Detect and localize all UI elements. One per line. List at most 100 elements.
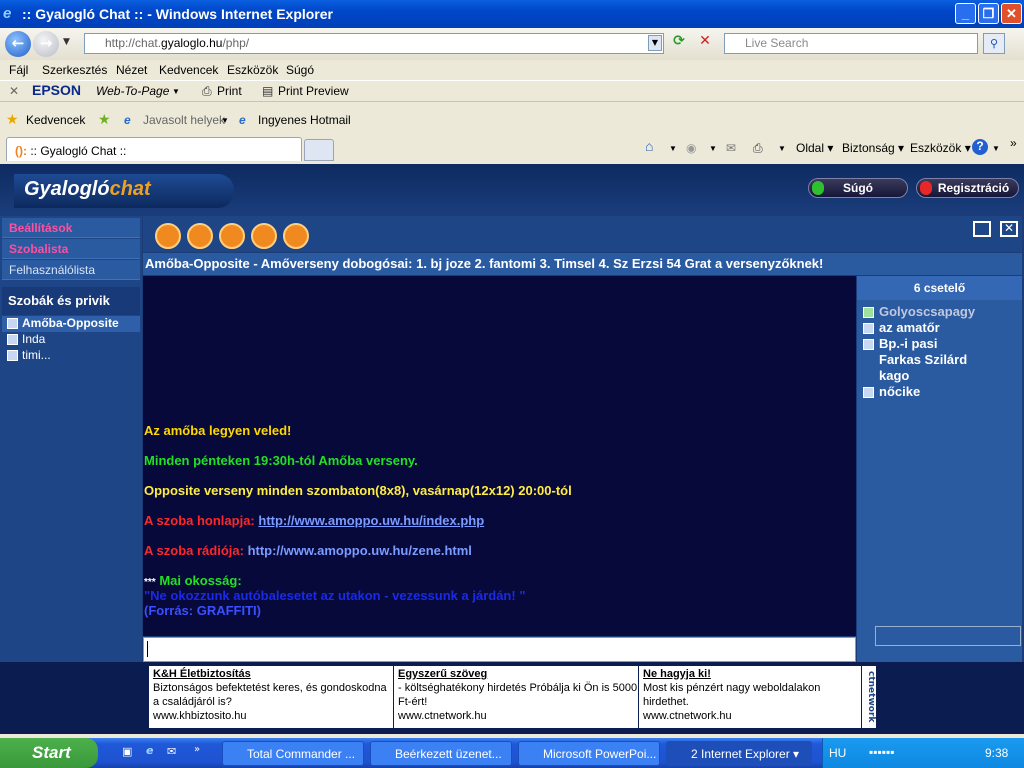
taskbar-total-commander[interactable]: Total Commander ... [222,741,364,766]
ad-url: www.khbiztosito.hu [153,710,247,722]
ad-block[interactable]: K&H Életbiztosítás Biztonságos befekteté… [149,666,393,728]
close-toolbar-icon[interactable]: ✕ [9,84,19,98]
back-button[interactable]: ← [5,31,31,57]
ctnetwork-logo[interactable]: ctnetwork [862,666,876,728]
menu-file[interactable]: Fájl [9,63,28,77]
user-item[interactable]: Farkas Szilárd [863,352,967,367]
ad-block[interactable]: Ne hagyja ki! Most kis pénzért nagy webo… [639,666,861,728]
restore-frame-icon[interactable] [973,221,991,237]
room-topic: Amőba-Opposite - Amőverseny dobogósai: 1… [143,253,1022,275]
taskbar-inbox[interactable]: Beérkezett üzenet... [370,741,512,766]
suggested-sites-link[interactable]: Javasolt helyek [143,113,225,127]
user-count: 6 csetelő [857,276,1022,300]
page-menu[interactable]: Oldal ▾ [796,141,833,155]
history-dropdown-icon[interactable]: ▼ [63,37,70,47]
user-item[interactable]: Bp.-i pasi [863,336,938,351]
taskbar-powerpoint[interactable]: Microsoft PowerPoi... [518,741,660,766]
user-item[interactable]: nőcike [863,384,920,399]
homepage-link[interactable]: http://www.amoppo.uw.hu/index.php [258,513,484,528]
help-dropdown-icon[interactable]: ▼ [992,144,1000,153]
ad-url: www.ctnetwork.hu [643,710,732,722]
start-button[interactable]: Start [0,738,98,768]
tools-menu[interactable]: Eszközök ▾ [910,141,971,155]
forward-button[interactable]: → [33,31,59,57]
quicklaunch-more-icon[interactable]: » [194,744,200,755]
minimize-button[interactable]: _ [955,3,976,24]
help-site-button[interactable]: Súgó [808,178,908,198]
print-dropdown-icon[interactable]: ▼ [778,144,786,153]
outlook-quicklaunch-icon[interactable]: ✉ [167,745,176,758]
tab-gyaloglo[interactable]: (): :: Gyalogló Chat :: [6,137,302,161]
print-button[interactable]: Print [217,84,242,98]
web-to-page-button[interactable]: Web-To-Page [96,84,169,98]
friends-icon[interactable] [251,223,277,249]
ad-body: Most kis pénzért nagy weboldalakon hirde… [643,682,821,708]
sidebar-item-userlist[interactable]: Felhasználólista [2,260,140,280]
show-desktop-icon[interactable]: ▣ [122,745,132,758]
maximize-button[interactable]: ❐ [978,3,999,24]
print-preview-button[interactable]: Print Preview [278,84,349,98]
notes-icon[interactable] [283,223,309,249]
new-tab-button[interactable] [304,139,334,161]
favorites-button[interactable]: Kedvencek [26,113,85,127]
close-button[interactable]: ✕ [1001,3,1022,24]
ie-page-icon: e [124,113,131,127]
taskbar-label: Microsoft PowerPoi... [543,747,657,761]
mail-icon[interactable]: ✉ [726,141,736,155]
ad-block[interactable]: Egyszerű szöveg - költséghatékony hirdet… [394,666,638,728]
ad-url: www.ctnetwork.hu [398,710,487,722]
sidebar-item-settings[interactable]: Beállítások [2,218,140,238]
add-favorite-icon[interactable]: ★ [98,111,111,128]
help-icon[interactable]: ? [972,139,988,155]
close-frame-icon[interactable]: ✕ [1000,221,1018,237]
suggested-dropdown-icon[interactable]: ▼ [221,116,229,125]
room-item[interactable]: Inda [2,332,140,348]
user-filter-input[interactable] [875,626,1021,646]
menu-help[interactable]: Súgó [286,63,314,77]
site-logo[interactable]: Gyaloglóchat [14,174,234,208]
url-input[interactable]: http://chat.gyaloglo.hu/php/ [84,33,664,54]
web-to-page-dropdown-icon[interactable]: ▼ [172,87,180,96]
games-icon[interactable] [219,223,245,249]
menu-tools[interactable]: Eszközök [227,63,278,77]
chat-messages: Az amőba legyen veled! Minden pénteken 1… [143,276,856,636]
user-item[interactable]: Golyoscsapagy [863,304,975,319]
language-indicator[interactable]: HU [829,746,846,760]
refresh-icon[interactable]: ⟳ [668,33,690,54]
home-icon[interactable]: ⌂ [645,138,653,154]
search-input[interactable]: Live Search [724,33,978,54]
chevron-right-icon[interactable]: » [1010,136,1017,150]
url-dropdown-icon[interactable]: ▼ [648,35,662,51]
clock[interactable]: 9:38 [985,746,1008,760]
taskbar-internet-explorer[interactable]: 2 Internet Explorer ▾ [666,741,812,766]
feeds-icon[interactable]: ◉ [686,141,696,155]
message-input[interactable] [143,637,856,662]
menu-edit[interactable]: Szerkesztés [42,63,107,77]
user-item[interactable]: kago [863,368,909,383]
smiley-icon[interactable] [187,223,213,249]
sidebar-item-roomlist[interactable]: Szobalista [2,239,140,259]
radio-link[interactable]: http://www.amoppo.uw.hu/zene.html [248,543,472,558]
address-toolbar: ← → ▼ http://chat.gyaloglo.hu/php/ ▼ ⟳ ✕… [0,28,1024,60]
start-label: Start [32,743,71,762]
page-content: Gyaloglóchat Súgó Regisztráció Beállítás… [0,164,1024,734]
menu-favorites[interactable]: Kedvencek [159,63,218,77]
safety-menu[interactable]: Biztonság ▾ [842,141,904,155]
feeds-dropdown-icon[interactable]: ▼ [709,144,717,153]
search-go-icon[interactable]: ⚲ [983,33,1005,54]
home-dropdown-icon[interactable]: ▼ [669,144,677,153]
room-item[interactable]: Amőba-Opposite [2,316,140,332]
green-dot-icon [812,181,824,195]
chat-main: ✕ Amőba-Opposite - Amőverseny dobogósai:… [143,216,1022,662]
print-cmd-icon[interactable]: ⎙ [753,141,763,156]
room-item[interactable]: timi... [2,348,140,364]
stop-icon[interactable]: ✕ [694,33,716,54]
profile-icon[interactable] [155,223,181,249]
user-item[interactable]: az amatőr [863,320,940,335]
menu-view[interactable]: Nézet [116,63,147,77]
register-button[interactable]: Regisztráció [916,178,1019,198]
ie-quicklaunch-icon[interactable]: e [146,744,153,757]
hotmail-link[interactable]: Ingyenes Hotmail [258,113,351,127]
tray-icons[interactable]: ▪▪▪▪▪▪ [869,745,895,759]
epson-logo: EPSON [32,82,82,98]
